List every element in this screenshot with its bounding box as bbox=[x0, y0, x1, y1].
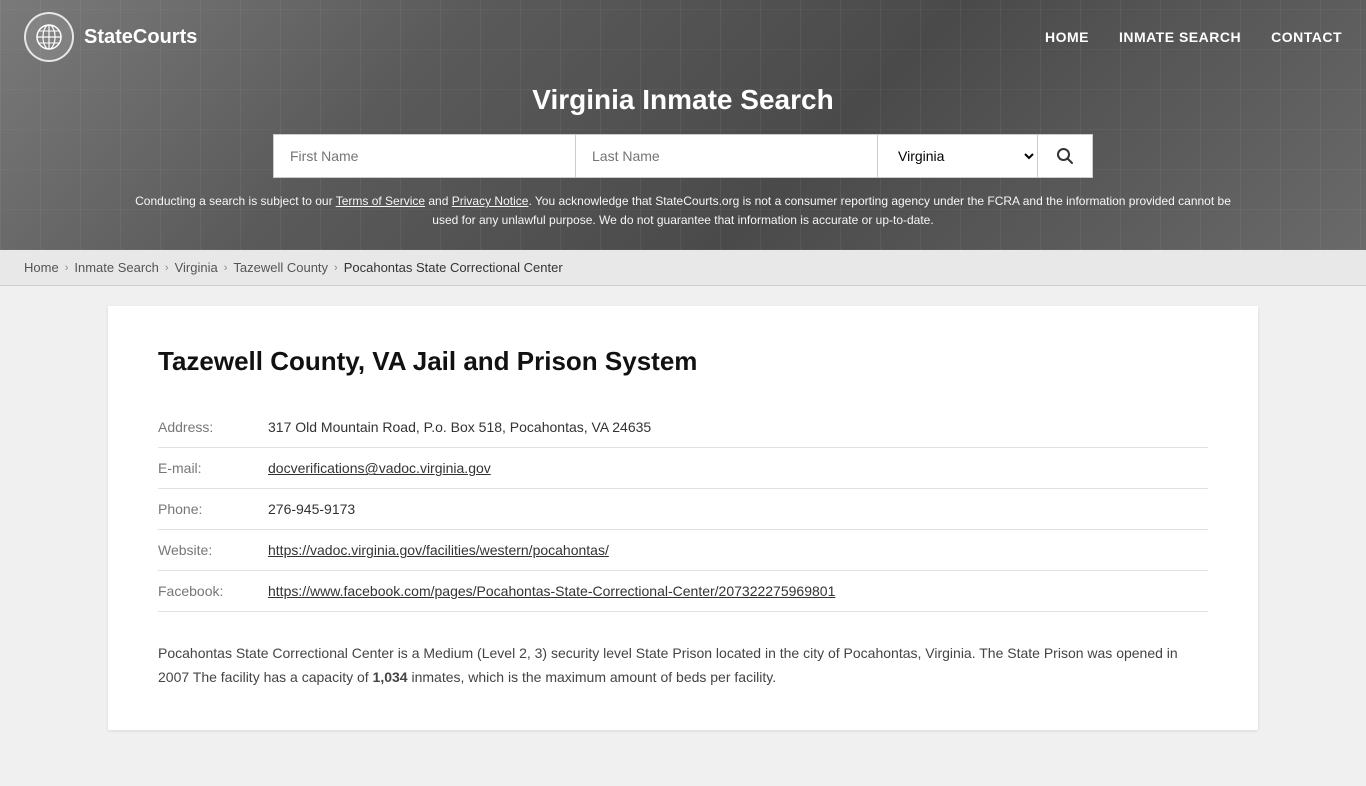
logo-link[interactable]: StateCourts bbox=[24, 12, 197, 62]
breadcrumb-sep-3: › bbox=[224, 262, 228, 274]
last-name-input[interactable] bbox=[575, 134, 877, 178]
breadcrumb-sep-1: › bbox=[65, 262, 69, 274]
facebook-value: https://www.facebook.com/pages/Pocahonta… bbox=[268, 571, 1208, 612]
terms-link[interactable]: Terms of Service bbox=[336, 194, 425, 208]
content-card: Tazewell County, VA Jail and Prison Syst… bbox=[108, 306, 1258, 730]
table-row: E-mail: docverifications@vadoc.virginia.… bbox=[158, 448, 1208, 489]
facility-title: Tazewell County, VA Jail and Prison Syst… bbox=[158, 346, 1208, 377]
logo-icon bbox=[24, 12, 74, 62]
breadcrumb-home[interactable]: Home bbox=[24, 260, 59, 275]
breadcrumb-current: Pocahontas State Correctional Center bbox=[344, 260, 563, 275]
table-row: Facebook: https://www.facebook.com/pages… bbox=[158, 571, 1208, 612]
search-title: Virginia Inmate Search bbox=[20, 84, 1346, 116]
top-nav: StateCourts HOME INMATE SEARCH CONTACT bbox=[0, 0, 1366, 74]
breadcrumb-sep-4: › bbox=[334, 262, 338, 274]
breadcrumb-sep-2: › bbox=[165, 262, 169, 274]
facility-description: Pocahontas State Correctional Center is … bbox=[158, 642, 1208, 690]
email-link[interactable]: docverifications@vadoc.virginia.gov bbox=[268, 460, 491, 476]
disclaimer-text: Conducting a search is subject to our Te… bbox=[133, 192, 1233, 230]
website-link[interactable]: https://vadoc.virginia.gov/facilities/we… bbox=[268, 542, 609, 558]
email-label: E-mail: bbox=[158, 448, 268, 489]
description-bold: 1,034 bbox=[373, 669, 408, 685]
description-after-bold: inmates, which is the maximum amount of … bbox=[408, 669, 777, 685]
breadcrumb-virginia[interactable]: Virginia bbox=[175, 260, 218, 275]
nav-home[interactable]: HOME bbox=[1045, 29, 1089, 45]
nav-inmate-search[interactable]: INMATE SEARCH bbox=[1119, 29, 1241, 45]
search-bar: Select State AlabamaAlaskaArizona Arkans… bbox=[273, 134, 1093, 178]
search-icon bbox=[1056, 147, 1074, 165]
facility-info-table: Address: 317 Old Mountain Road, P.o. Box… bbox=[158, 407, 1208, 612]
phone-value: 276-945-9173 bbox=[268, 489, 1208, 530]
state-select[interactable]: Select State AlabamaAlaskaArizona Arkans… bbox=[877, 134, 1037, 178]
email-value: docverifications@vadoc.virginia.gov bbox=[268, 448, 1208, 489]
first-name-input[interactable] bbox=[273, 134, 575, 178]
table-row: Address: 317 Old Mountain Road, P.o. Box… bbox=[158, 407, 1208, 448]
address-label: Address: bbox=[158, 407, 268, 448]
website-value: https://vadoc.virginia.gov/facilities/we… bbox=[268, 530, 1208, 571]
breadcrumb-inmate-search[interactable]: Inmate Search bbox=[74, 260, 159, 275]
logo-text: StateCourts bbox=[84, 26, 197, 49]
facebook-label: Facebook: bbox=[158, 571, 268, 612]
table-row: Phone: 276-945-9173 bbox=[158, 489, 1208, 530]
search-button[interactable] bbox=[1037, 134, 1093, 178]
nav-links: HOME INMATE SEARCH CONTACT bbox=[1045, 29, 1342, 45]
breadcrumb: Home › Inmate Search › Virginia › Tazewe… bbox=[0, 250, 1366, 286]
table-row: Website: https://vadoc.virginia.gov/faci… bbox=[158, 530, 1208, 571]
phone-label: Phone: bbox=[158, 489, 268, 530]
facebook-link[interactable]: https://www.facebook.com/pages/Pocahonta… bbox=[268, 583, 835, 599]
breadcrumb-tazewell[interactable]: Tazewell County bbox=[233, 260, 328, 275]
privacy-link[interactable]: Privacy Notice bbox=[452, 194, 529, 208]
header: StateCourts HOME INMATE SEARCH CONTACT V… bbox=[0, 0, 1366, 250]
search-section: Virginia Inmate Search Select State Alab… bbox=[0, 74, 1366, 250]
nav-contact[interactable]: CONTACT bbox=[1271, 29, 1342, 45]
address-value: 317 Old Mountain Road, P.o. Box 518, Poc… bbox=[268, 407, 1208, 448]
website-label: Website: bbox=[158, 530, 268, 571]
main-content: Tazewell County, VA Jail and Prison Syst… bbox=[0, 286, 1366, 786]
